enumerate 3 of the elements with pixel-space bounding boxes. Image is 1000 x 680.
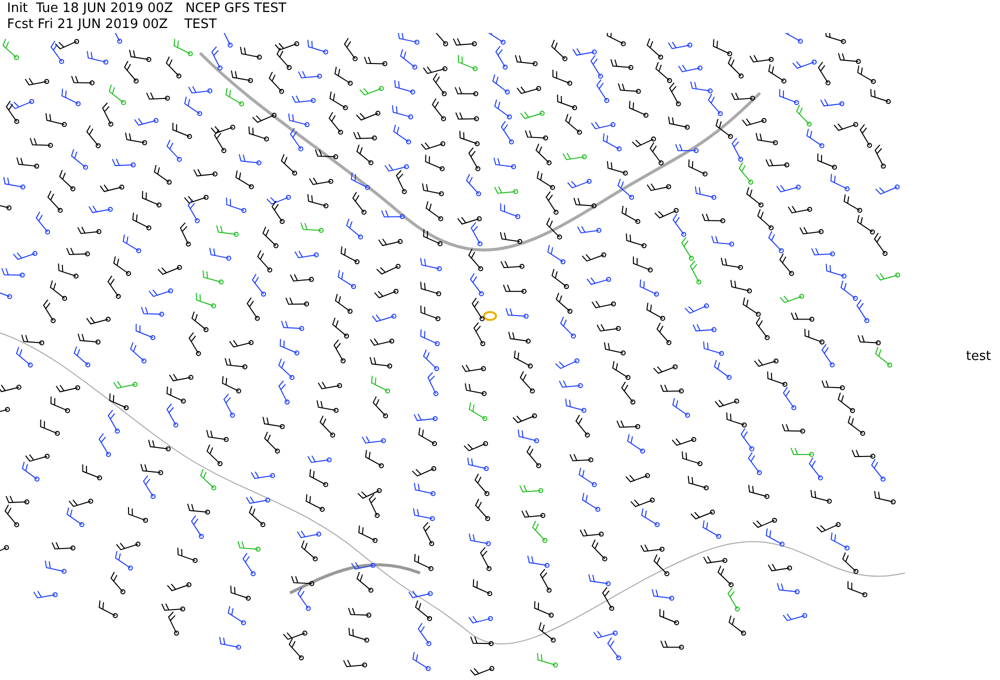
init-time-label: Init Tue 18 JUN 2019 00Z NCEP GFS TEST — [7, 1, 286, 17]
side-label: test — [966, 348, 991, 364]
forecast-time-label: Fcst Fri 21 JUN 2019 00Z TEST — [7, 17, 217, 33]
